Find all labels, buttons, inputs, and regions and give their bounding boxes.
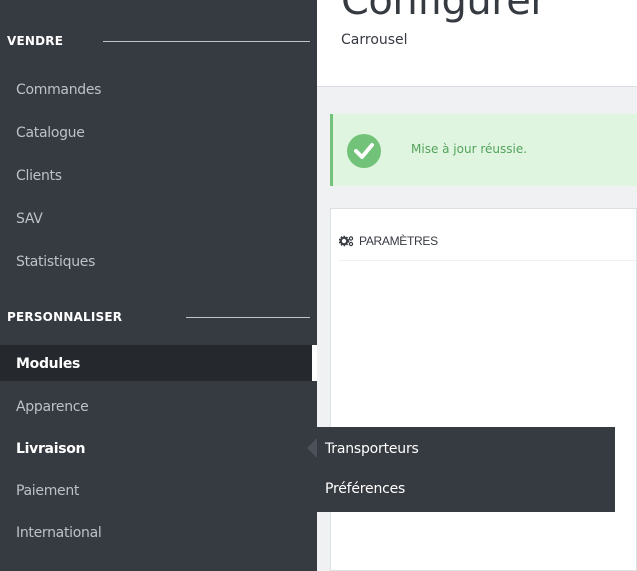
sidebar-item-label: Apparence <box>16 399 89 415</box>
active-indicator <box>312 345 317 381</box>
sidebar-item-label: Clients <box>16 168 62 184</box>
sidebar-item-commandes[interactable]: Commandes <box>0 71 317 107</box>
sidebar-item-statistiques[interactable]: Statistiques <box>0 243 317 279</box>
sidebar-item-label: Modules <box>16 356 81 372</box>
check-circle-icon <box>347 134 381 168</box>
sidebar-item-label: International <box>16 525 102 541</box>
panel-heading: PARAMÈTRES <box>338 217 636 261</box>
app-root: Configurer Carrousel Mise à jour réussie… <box>0 0 637 571</box>
panel-title: PARAMÈTRES <box>359 234 438 248</box>
page-header: Configurer Carrousel <box>317 0 637 87</box>
breadcrumb[interactable]: Carrousel <box>341 32 408 48</box>
sidebar-item-catalogue[interactable]: Catalogue <box>0 114 317 150</box>
sidebar-item-paiement[interactable]: Paiement <box>0 472 317 508</box>
settings-panel: PARAMÈTRES <box>330 208 637 571</box>
section-divider <box>103 41 310 42</box>
section-label: VENDRE <box>7 34 64 48</box>
sidebar-section-vendre: VENDRE <box>0 29 317 53</box>
sidebar-section-personnaliser: PERSONNALISER <box>0 305 317 329</box>
livraison-submenu: Transporteurs Préférences <box>317 427 615 512</box>
section-divider <box>186 317 310 318</box>
sidebar-item-international[interactable]: International <box>0 514 317 550</box>
section-label: PERSONNALISER <box>7 310 123 324</box>
sidebar-item-label: Statistiques <box>16 254 96 270</box>
sidebar-item-modules[interactable]: Modules <box>0 345 317 381</box>
sidebar-item-label: Catalogue <box>16 125 85 141</box>
sidebar-item-label: SAV <box>16 211 43 227</box>
submenu-item-transporteurs[interactable]: Transporteurs <box>325 441 419 457</box>
sidebar-item-sav[interactable]: SAV <box>0 200 317 236</box>
sidebar-item-livraison[interactable]: Livraison <box>0 430 317 466</box>
cogs-icon <box>338 234 355 252</box>
success-alert: Mise à jour réussie. <box>330 114 637 186</box>
sidebar-item-label: Paiement <box>16 483 80 499</box>
sidebar-item-clients[interactable]: Clients <box>0 157 317 193</box>
alert-message: Mise à jour réussie. <box>411 142 528 156</box>
sidebar: VENDRE Commandes Catalogue Clients SAV S… <box>0 0 317 571</box>
sidebar-item-apparence[interactable]: Apparence <box>0 388 317 424</box>
sidebar-item-label: Commandes <box>16 82 102 98</box>
sidebar-item-label: Livraison <box>16 441 86 457</box>
submenu-item-preferences[interactable]: Préférences <box>325 481 405 497</box>
page-title: Configurer <box>341 0 547 24</box>
caret-left-icon <box>307 438 317 458</box>
